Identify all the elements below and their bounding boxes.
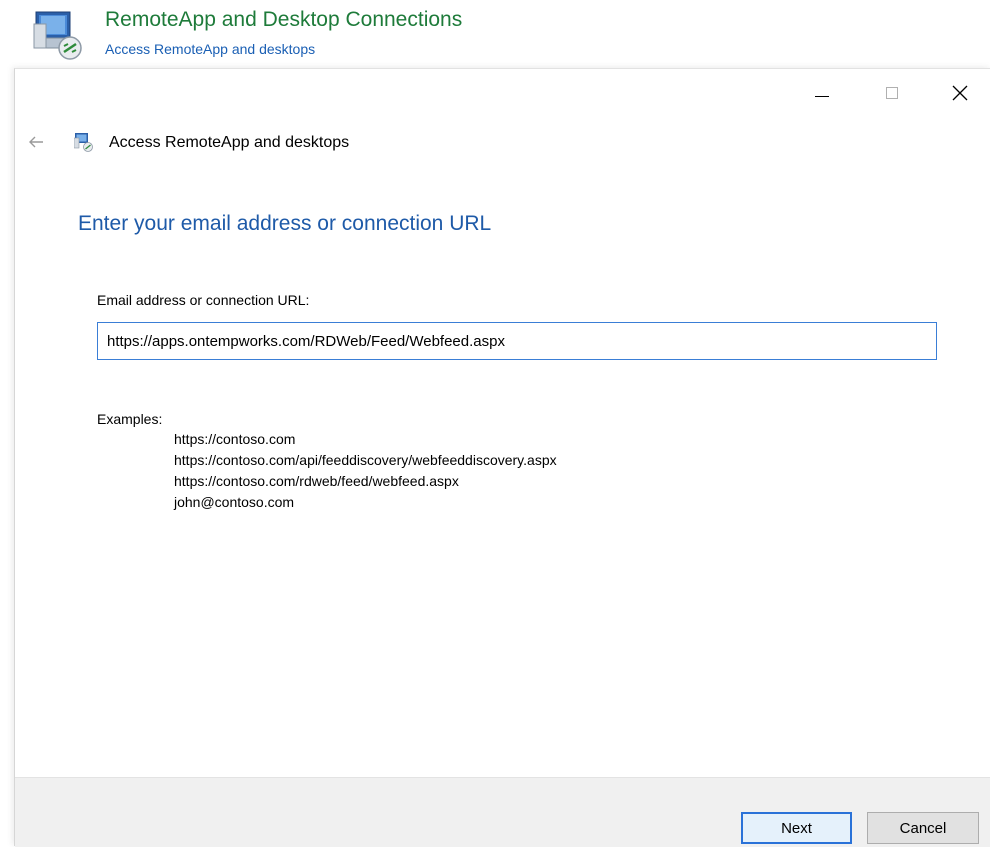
page-heading: Enter your email address or connection U… [78, 212, 492, 235]
wizard-window: Access RemoteApp and desktops Enter your… [14, 68, 990, 847]
control-panel-header: RemoteApp and Desktop Connections Access… [0, 0, 990, 68]
minimize-icon [815, 95, 829, 97]
control-panel-subtitle-link[interactable]: Access RemoteApp and desktops [105, 41, 315, 57]
examples-label: Examples: [97, 411, 163, 427]
remote-desktop-icon [33, 11, 82, 60]
example-item: john@contoso.com [174, 494, 295, 510]
control-panel-title: RemoteApp and Desktop Connections [105, 8, 463, 31]
back-arrow-icon[interactable] [27, 133, 45, 151]
remote-desktop-small-icon [74, 133, 93, 152]
next-button[interactable]: Next [741, 812, 852, 844]
example-item: https://contoso.com/api/feeddiscovery/we… [174, 452, 557, 468]
minimize-button[interactable] [791, 69, 853, 117]
close-button[interactable] [929, 69, 990, 117]
wizard-footer: Next Cancel [15, 777, 990, 847]
example-item: https://contoso.com [174, 431, 296, 447]
url-field-label: Email address or connection URL: [97, 292, 310, 308]
example-item: https://contoso.com/rdweb/feed/webfeed.a… [174, 473, 459, 489]
cancel-button[interactable]: Cancel [867, 812, 979, 844]
close-icon [952, 85, 968, 101]
maximize-button[interactable] [861, 69, 923, 117]
url-input[interactable] [97, 322, 937, 360]
examples-list: https://contoso.com https://contoso.com/… [174, 429, 557, 513]
wizard-nav: Access RemoteApp and desktops [15, 129, 990, 159]
maximize-icon [886, 87, 898, 99]
wizard-title: Access RemoteApp and desktops [109, 134, 350, 151]
